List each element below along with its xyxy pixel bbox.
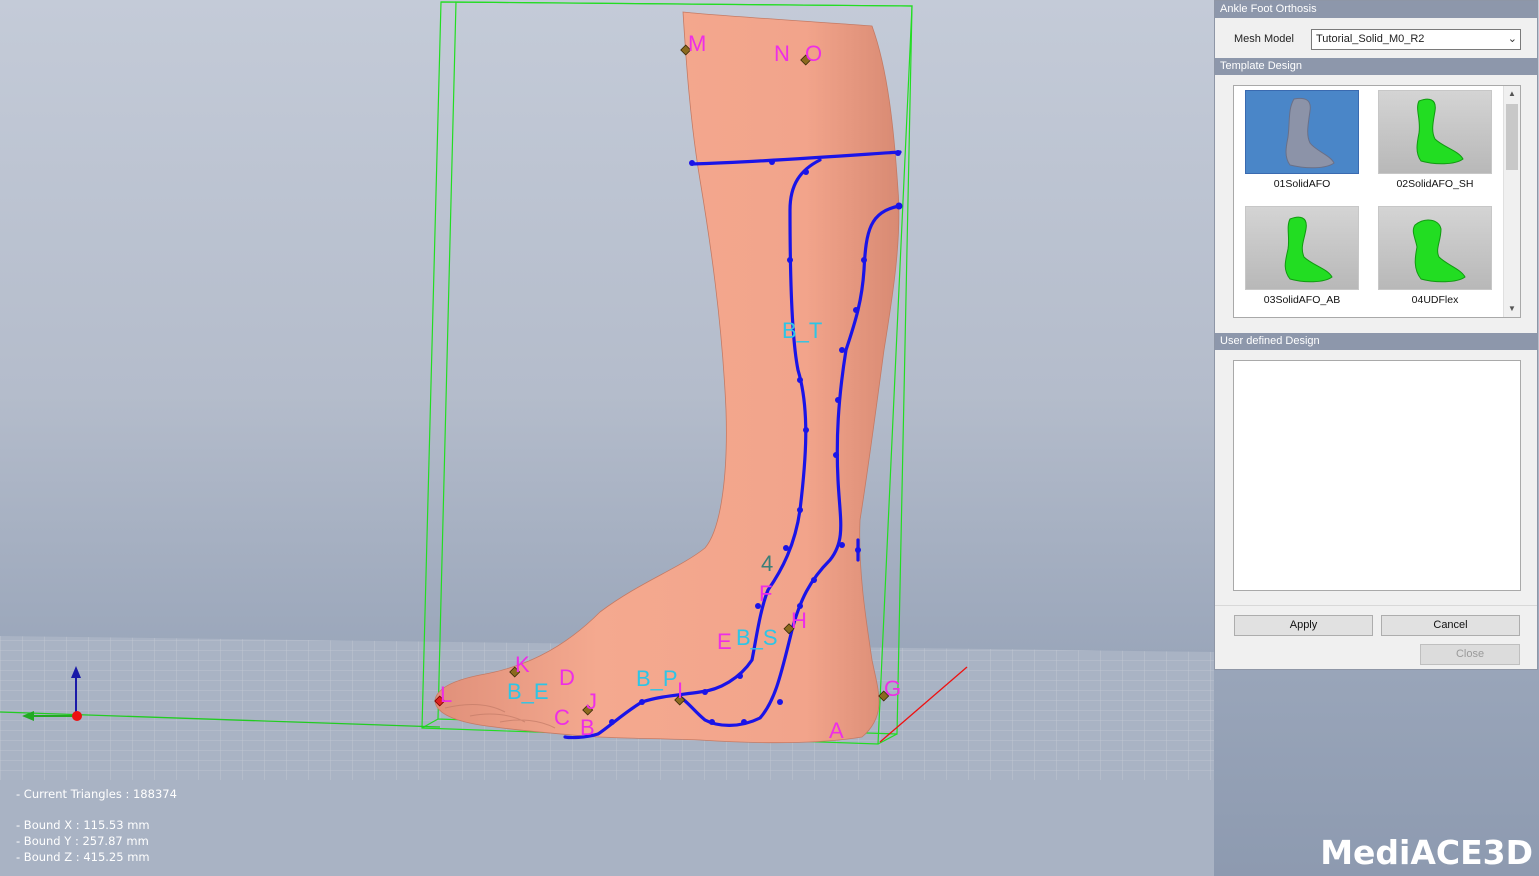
- landmark-label-b-t: B_T: [782, 318, 823, 343]
- landmark-label-m: M: [688, 31, 707, 56]
- landmark-label-b-s: B_S: [736, 625, 778, 650]
- afo-thumbnail-icon: [1285, 97, 1335, 169]
- triangle-count: - Current Triangles : 188374: [16, 787, 177, 801]
- scroll-up-icon[interactable]: ▲: [1504, 86, 1520, 102]
- template-thumb-03[interactable]: [1245, 206, 1359, 290]
- bound-y: - Bound Y : 257.87 mm: [16, 834, 149, 848]
- landmark-label-i: I: [677, 678, 684, 703]
- mesh-model-label: Mesh Model: [1234, 33, 1294, 45]
- mediace3d-logo: MediACE3D: [1320, 833, 1533, 872]
- landmark-label-b: B: [580, 715, 595, 740]
- template-design-list[interactable]: 01SolidAFO 02SolidAFO_SH 03SolidAFO_AB 0…: [1233, 85, 1521, 318]
- landmark-label-h: H: [791, 608, 807, 633]
- chevron-down-icon: ⌄: [1507, 33, 1517, 45]
- afo-thumbnail-icon: [1284, 216, 1333, 283]
- apply-button[interactable]: Apply: [1234, 615, 1373, 636]
- landmark-label-k: K: [515, 652, 530, 677]
- landmark-label-l: L: [440, 682, 453, 707]
- landmark-label-d: D: [559, 665, 575, 690]
- close-button[interactable]: Close: [1420, 644, 1520, 665]
- landmark-label-f: F: [759, 581, 773, 606]
- panel-title: Ankle Foot Orthosis: [1215, 1, 1537, 18]
- panel-divider: [1215, 605, 1537, 606]
- afo-thumbnail-icon: [1416, 98, 1464, 165]
- landmark-label-b-p: B_P: [636, 666, 678, 691]
- landmark-label-n: N: [774, 41, 790, 66]
- afo-panel: Ankle Foot Orthosis Mesh Model Tutorial_…: [1214, 0, 1538, 670]
- leg-foot-mesh: [434, 11, 900, 744]
- template-scrollbar[interactable]: ▲ ▼: [1503, 86, 1520, 317]
- template-thumb-02[interactable]: [1378, 90, 1492, 174]
- bound-z: - Bound Z : 415.25 mm: [16, 850, 150, 864]
- landmark-label-j: J: [586, 689, 597, 714]
- landmark-label-a: A: [829, 718, 844, 743]
- mesh-model-select[interactable]: Tutorial_Solid_M0_R2 ⌄: [1311, 29, 1521, 50]
- cancel-button[interactable]: Cancel: [1381, 615, 1520, 636]
- template-label-04: 04UDFlex: [1411, 294, 1459, 306]
- landmark-label-g: G: [884, 676, 902, 701]
- mesh-model-value: Tutorial_Solid_M0_R2: [1316, 33, 1425, 45]
- template-label-03: 03SolidAFO_AB: [1263, 294, 1341, 306]
- template-label-02: 02SolidAFO_SH: [1396, 178, 1474, 190]
- landmark-label-b-e: B_E: [507, 679, 549, 704]
- landmark-label-4: 4: [761, 551, 774, 576]
- user-defined-list[interactable]: [1233, 360, 1521, 591]
- template-design-header: Template Design: [1215, 58, 1537, 75]
- bound-x: - Bound X : 115.53 mm: [16, 818, 150, 832]
- landmark-label-o: O: [805, 41, 823, 66]
- scroll-down-icon[interactable]: ▼: [1504, 301, 1520, 317]
- user-defined-header: User defined Design: [1215, 333, 1537, 350]
- scroll-thumb[interactable]: [1506, 104, 1518, 170]
- template-label-01: 01SolidAFO: [1273, 178, 1331, 190]
- landmark-label-e: E: [717, 629, 732, 654]
- template-thumb-01[interactable]: [1245, 90, 1359, 174]
- template-thumb-04[interactable]: [1378, 206, 1492, 290]
- afo-thumbnail-icon: [1412, 219, 1466, 283]
- landmark-label-c: C: [554, 705, 570, 730]
